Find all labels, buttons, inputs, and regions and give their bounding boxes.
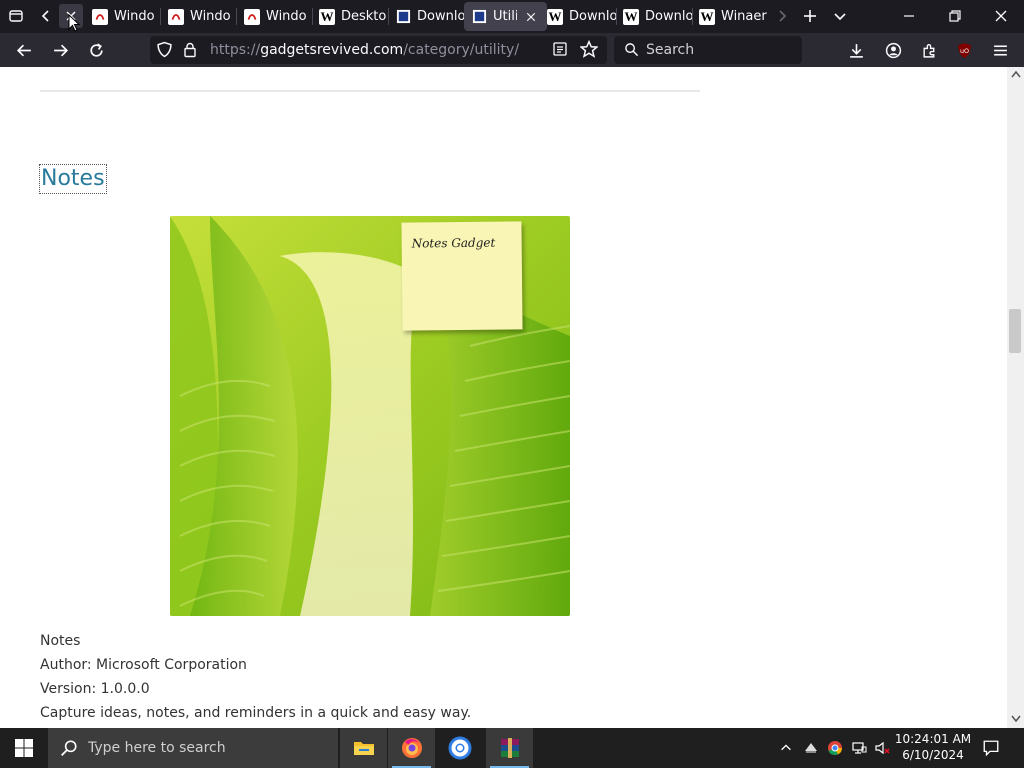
clock-date: 6/10/2024 [902, 748, 964, 762]
notifications-icon[interactable] [981, 738, 1001, 758]
chrome-icon[interactable] [436, 728, 483, 768]
pdf-icon [168, 8, 184, 25]
close-tab-icon[interactable] [523, 9, 539, 25]
menu-hamburger-icon[interactable] [986, 37, 1014, 63]
url-prefix: https:// [210, 42, 261, 58]
gadget-author: Author: Microsoft Corporation [40, 657, 247, 673]
gadget-name: Notes [40, 633, 81, 649]
sticky-note: Notes Gadget [401, 221, 523, 331]
tab-1[interactable]: Windo [86, 2, 162, 31]
extensions-icon[interactable] [915, 37, 943, 63]
tab-scroll-left-icon[interactable] [34, 4, 58, 28]
minimize-icon[interactable] [896, 4, 922, 28]
bookmark-star-icon[interactable] [579, 39, 599, 58]
taskbar-search-box[interactable]: Type here to search [48, 728, 338, 768]
close-window-icon[interactable] [988, 4, 1014, 28]
firefox-view-icon[interactable] [4, 4, 28, 28]
url-host: gadgetsrevived.com [260, 42, 404, 58]
tray-app-icon[interactable] [801, 738, 821, 758]
sticky-note-text: Notes Gadget [411, 235, 496, 251]
tab-3[interactable]: Windo [238, 2, 314, 31]
wiki-w-icon: W [699, 8, 715, 25]
winrar-icon[interactable] [486, 728, 533, 768]
tab-title: Windo [266, 9, 307, 24]
tab-title: Downlo [417, 9, 465, 24]
tab-title: Winaer [721, 9, 767, 24]
taskbar-clock[interactable]: 10:24:01 AM 6/10/2024 [890, 731, 976, 763]
tab-5[interactable]: Downlo [390, 2, 465, 31]
url-text: https://gadgetsrevived.com/category/util… [210, 42, 519, 58]
gadget-description: Capture ideas, notes, and reminders in a… [40, 705, 472, 721]
wiki-w-icon: W [547, 8, 563, 25]
lock-icon[interactable] [182, 41, 198, 59]
tab-7[interactable]: W Downlo [542, 2, 617, 31]
file-explorer-icon[interactable] [340, 728, 387, 768]
url-bar[interactable]: https://gadgetsrevived.com/category/util… [150, 36, 607, 64]
page-content: Notes Notes Gadget Notes Author: Microso… [0, 67, 1007, 728]
back-icon[interactable] [10, 37, 38, 63]
svg-text:uO: uO [959, 47, 968, 55]
tab-title: Deskto [341, 9, 387, 24]
tab-title: Utili [493, 9, 517, 24]
reload-icon[interactable] [82, 37, 110, 63]
pdf-icon [92, 8, 108, 25]
firefox-icon[interactable] [388, 728, 435, 768]
tab-6-active[interactable]: Utili [464, 2, 547, 31]
vertical-scrollbar[interactable] [1007, 67, 1024, 728]
search-icon [624, 42, 640, 58]
account-icon[interactable] [879, 37, 907, 63]
volume-muted-icon[interactable] [872, 738, 892, 758]
gadget-title-link[interactable]: Notes [39, 164, 107, 194]
search-bar[interactable]: Search [614, 36, 802, 64]
network-icon[interactable] [849, 738, 869, 758]
list-all-tabs-icon[interactable] [828, 4, 852, 28]
url-path: /category/utility/ [403, 42, 520, 58]
pdf-icon [244, 8, 260, 25]
new-tab-icon[interactable] [798, 4, 822, 28]
windows-start-icon[interactable] [0, 728, 48, 768]
reader-view-icon[interactable] [552, 41, 570, 59]
search-icon [60, 739, 78, 757]
tab-title: Downlo [569, 9, 617, 24]
wiki-w-icon: W [623, 8, 639, 25]
scroll-down-arrow-icon[interactable] [1010, 715, 1021, 724]
taskbar-search-placeholder: Type here to search [88, 740, 226, 756]
search-placeholder: Search [646, 42, 695, 58]
blue-site-icon [471, 9, 487, 25]
windows-taskbar: Type here to search 10:24:01 AM 6/10/202… [0, 728, 1024, 768]
scroll-up-arrow-icon[interactable] [1010, 70, 1021, 79]
tab-strip: Windo Windo Windo W Deskto Downlo Utili … [0, 0, 1024, 33]
restore-icon[interactable] [942, 4, 968, 28]
notes-gadget-screenshot[interactable]: Notes Gadget [170, 216, 570, 616]
separator-line [40, 90, 700, 92]
show-hidden-icons-chevron-icon[interactable] [776, 738, 796, 758]
blue-site-icon [395, 9, 411, 25]
mouse-cursor-icon [68, 13, 81, 32]
gadget-version: Version: 1.0.0.0 [40, 681, 150, 697]
chrome-tray-icon[interactable] [825, 738, 845, 758]
tab-2[interactable]: Windo [162, 2, 238, 31]
tab-title: Downlo [645, 9, 693, 24]
forward-icon[interactable] [46, 37, 74, 63]
navigation-toolbar: https://gadgetsrevived.com/category/util… [0, 33, 1024, 67]
ublock-origin-icon[interactable]: uO [950, 37, 978, 63]
wiki-w-icon: W [319, 8, 335, 25]
clock-time: 10:24:01 AM [894, 732, 972, 746]
tab-title: Windo [114, 9, 155, 24]
shield-icon[interactable] [156, 41, 174, 59]
tab-title: Windo [190, 9, 231, 24]
tab-4[interactable]: W Deskto [314, 2, 389, 31]
scrollbar-thumb[interactable] [1009, 309, 1021, 353]
tab-scroll-right-icon[interactable] [770, 4, 794, 28]
tab-9[interactable]: W Winaer [694, 2, 769, 31]
tab-8[interactable]: W Downlo [618, 2, 693, 31]
downloads-icon[interactable] [842, 37, 870, 63]
